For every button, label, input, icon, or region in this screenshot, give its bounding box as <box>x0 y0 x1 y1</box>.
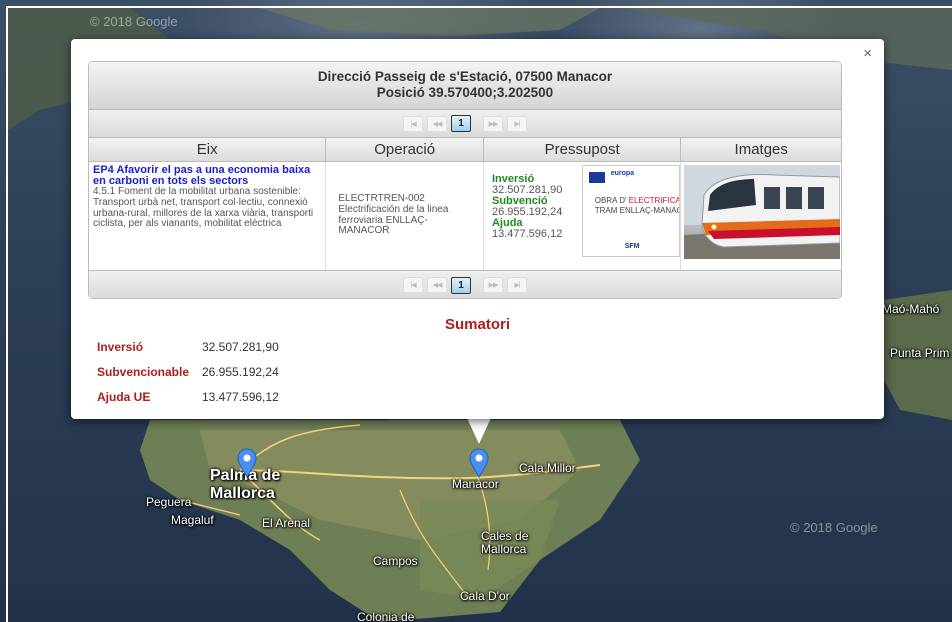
map-pin-manacor[interactable] <box>468 448 490 478</box>
place-cales-de-mallorca: Cales de Mallorca <box>481 529 529 556</box>
column-header-eix[interactable]: Eix <box>89 138 327 161</box>
eix-description: 4.5.1 Foment de la mobilitat urbana sost… <box>93 186 314 230</box>
sumatori-row: Ajuda UE 13.477.596,12 <box>97 390 279 404</box>
first-page-button[interactable]: |◀ <box>403 277 423 293</box>
results-grid: Direcció Passeig de s'Estació, 07500 Man… <box>88 61 842 299</box>
column-header-imatges[interactable]: Imatges <box>681 138 841 161</box>
sumatori-label: Subvencionable <box>97 365 190 379</box>
place-colonia-de: Colonia de <box>357 610 415 622</box>
poster-line2: TRAM ENLLAÇ-MANACOR <box>594 206 680 215</box>
train-photo[interactable] <box>684 165 841 259</box>
prev-page-button[interactable]: ◀◀ <box>427 115 447 132</box>
poster-line1-prefix: OBRA D' <box>594 196 629 205</box>
budget-values: Inversió 32.507.281,90 Subvenció 26.955.… <box>492 165 582 270</box>
sumatori-value: 13.477.596,12 <box>202 390 279 404</box>
sumatori-row: Inversió 32.507.281,90 <box>97 340 279 354</box>
sumatori-value: 26.955.192,24 <box>202 365 279 379</box>
cell-imatges <box>681 162 841 270</box>
grid-caption: Direcció Passeig de s'Estació, 07500 Man… <box>89 62 841 110</box>
sumatori-label: Ajuda UE <box>97 390 151 404</box>
sumatori-title: Sumatori <box>444 316 510 333</box>
place-magaluf: Magaluf <box>171 513 214 527</box>
place-mao: Maó-Mahó <box>882 302 940 316</box>
map-watermark: © 2018 Google <box>790 520 878 535</box>
ajuda-value: 13.477.596,12 <box>491 228 563 240</box>
poster-footer-logo: SFM <box>624 243 640 250</box>
cell-operacio: ELECTRTREN-002 Electrificación de la lin… <box>326 162 484 270</box>
prev-page-button[interactable]: ◀◀ <box>427 277 447 293</box>
sumatori-value: 32.507.281,90 <box>202 340 279 354</box>
sumatori-row: Subvencionable 26.955.192,24 <box>97 365 279 379</box>
column-header-operacio[interactable]: Operació <box>326 138 484 161</box>
place-manacor: Manacor <box>452 477 499 491</box>
poster-eu-text: europa <box>610 170 635 177</box>
poster-line1-highlight: ELECTRIFICACIÓ <box>628 196 681 205</box>
eu-flag-icon <box>588 172 605 183</box>
place-punta-prima: Punta Prim <box>890 346 950 360</box>
current-page-button[interactable]: 1 <box>451 276 471 294</box>
current-page-button[interactable]: 1 <box>451 115 471 132</box>
first-page-button[interactable]: |◀ <box>403 115 423 132</box>
cell-eix: EP4 Afavorir el pas a una economia baixa… <box>89 162 327 270</box>
next-page-button[interactable]: ▶▶ <box>483 277 503 293</box>
map-pin-palma[interactable] <box>236 448 258 478</box>
place-campos: Campos <box>373 554 418 568</box>
sumatori-label: Inversió <box>97 340 144 354</box>
position-text: Posició 39.570400;3.202500 <box>376 85 554 100</box>
project-poster-image[interactable]: europa OBRA D' ELECTRIFICACIÓ TRAM ENLLA… <box>581 165 681 257</box>
table-header: Eix Operació Pressupost Imatges <box>89 138 841 162</box>
info-window: × Direcció Passeig de s'Estació, 07500 M… <box>71 39 884 419</box>
train-illustration <box>684 165 841 259</box>
map-watermark: © 2018 Google <box>90 14 178 29</box>
place-el-arenal: El Arenal <box>262 516 311 530</box>
eix-title: EP4 Afavorir el pas a una economia baixa… <box>93 164 311 187</box>
column-header-pressupost[interactable]: Pressupost <box>484 138 682 161</box>
pager-bottom: |◀ ◀◀ 1 ▶▶ ▶| <box>89 270 841 298</box>
last-page-button[interactable]: ▶| <box>507 115 527 132</box>
place-cala-dor: Cala D'or <box>460 589 510 603</box>
cell-pressupost: Inversió 32.507.281,90 Subvenció 26.955.… <box>484 162 682 270</box>
last-page-button[interactable]: ▶| <box>507 277 527 293</box>
operacio-description: Electrificación de la linea ferroviaria … <box>338 203 449 237</box>
pager-top: |◀ ◀◀ 1 ▶▶ ▶| <box>89 110 841 138</box>
place-peguera: Peguera <box>146 495 192 509</box>
close-button[interactable]: × <box>863 45 872 62</box>
popup-pointer <box>467 418 491 444</box>
next-page-button[interactable]: ▶▶ <box>483 115 503 132</box>
place-cala-millor: Cala Millor <box>519 461 576 475</box>
address-text: Direcció Passeig de s'Estació, 07500 Man… <box>317 69 613 84</box>
table-row: EP4 Afavorir el pas a una economia baixa… <box>89 162 841 270</box>
